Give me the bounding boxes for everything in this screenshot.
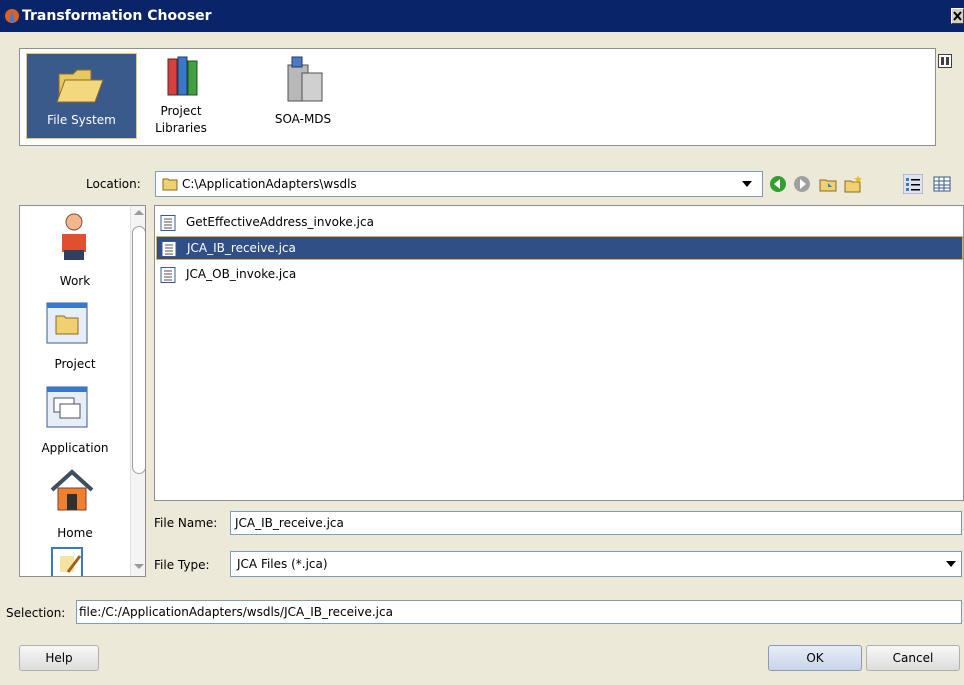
- file-icon: [160, 267, 176, 283]
- chevron-down-icon[interactable]: [946, 561, 956, 567]
- shortcut-project[interactable]: Project: [20, 302, 130, 376]
- details-view-icon[interactable]: [932, 174, 952, 194]
- scroll-up-icon[interactable]: [134, 210, 144, 215]
- oracle-app-icon: [5, 9, 19, 23]
- location-value: C:\ApplicationAdapters\wsdls: [182, 177, 357, 191]
- application-icon: [46, 386, 88, 428]
- cancel-button[interactable]: Cancel: [866, 645, 960, 671]
- home-icon: [50, 469, 94, 511]
- location-label: Location:: [86, 177, 141, 191]
- file-type-dropdown[interactable]: JCA Files (*.jca): [230, 551, 962, 577]
- database-icon: [287, 56, 323, 102]
- file-name: JCA_OB_invoke.jca: [186, 267, 297, 281]
- file-name: GetEffectiveAddress_invoke.jca: [186, 215, 374, 229]
- project-icon: [46, 302, 88, 344]
- selection-value: file:/C:/ApplicationAdapters/wsdls/JCA_I…: [79, 605, 393, 619]
- shortcut-label: Application: [41, 441, 109, 455]
- forward-icon[interactable]: [792, 174, 812, 194]
- shortcut-application[interactable]: Application: [20, 386, 130, 460]
- shortcut-bar: Work Project Application Home: [19, 205, 146, 577]
- user-icon: [62, 213, 86, 260]
- ok-button[interactable]: OK: [768, 645, 862, 671]
- source-soa-mds[interactable]: SOA-MDS: [258, 53, 348, 139]
- file-row-selected[interactable]: JCA_IB_receive.jca: [156, 236, 963, 260]
- source-label-soa-mds: SOA-MDS: [274, 112, 332, 126]
- document-edit-icon: [51, 547, 83, 576]
- file-icon: [161, 241, 177, 257]
- window-title: Transformation Chooser: [22, 8, 212, 24]
- back-icon[interactable]: [768, 174, 788, 194]
- file-type-value: JCA Files (*.jca): [237, 557, 328, 571]
- list-view-icon[interactable]: [903, 174, 923, 194]
- selection-label: Selection:: [6, 606, 66, 620]
- folder-icon: [56, 69, 104, 103]
- selection-input[interactable]: file:/C:/ApplicationAdapters/wsdls/JCA_I…: [76, 600, 962, 624]
- source-label-project-libraries: Project Libraries: [155, 104, 207, 135]
- shortcut-document[interactable]: [20, 546, 130, 576]
- shortcut-label: Work: [59, 274, 91, 288]
- new-folder-icon[interactable]: [843, 174, 863, 194]
- source-label-file-system: File System: [47, 113, 116, 127]
- folder-icon: [162, 178, 178, 191]
- file-name-label: File Name:: [154, 516, 218, 530]
- shortcut-label: Home: [57, 526, 93, 540]
- source-project-libraries[interactable]: Project Libraries: [146, 53, 216, 139]
- file-name-value: JCA_IB_receive.jca: [235, 516, 344, 530]
- panel-layout-icon[interactable]: [938, 54, 952, 68]
- location-dropdown[interactable]: C:\ApplicationAdapters\wsdls: [155, 171, 763, 197]
- help-button[interactable]: Help: [19, 645, 99, 671]
- shortcut-scrollbar[interactable]: [130, 206, 145, 576]
- file-row[interactable]: JCA_OB_invoke.jca: [156, 263, 963, 287]
- source-panel: File System Project Libraries SOA-MDS: [19, 48, 936, 146]
- title-bar[interactable]: Transformation Chooser: [0, 0, 964, 32]
- file-name: JCA_IB_receive.jca: [187, 241, 296, 255]
- shortcut-work[interactable]: Work: [20, 208, 130, 294]
- scroll-thumb[interactable]: [132, 226, 145, 474]
- close-button[interactable]: [951, 8, 964, 24]
- shortcut-label: Project: [54, 357, 96, 371]
- chevron-down-icon[interactable]: [742, 181, 752, 187]
- books-icon: [167, 56, 198, 96]
- up-folder-icon[interactable]: [818, 174, 838, 194]
- file-type-label: File Type:: [154, 558, 210, 572]
- file-list: GetEffectiveAddress_invoke.jca JCA_IB_re…: [154, 205, 964, 501]
- source-file-system[interactable]: File System: [26, 53, 137, 139]
- close-icon: [953, 11, 962, 21]
- file-icon: [160, 215, 176, 231]
- file-name-input[interactable]: JCA_IB_receive.jca: [230, 511, 962, 535]
- shortcut-home[interactable]: Home: [20, 468, 130, 542]
- file-row[interactable]: GetEffectiveAddress_invoke.jca: [156, 211, 963, 235]
- scroll-down-icon[interactable]: [134, 564, 144, 569]
